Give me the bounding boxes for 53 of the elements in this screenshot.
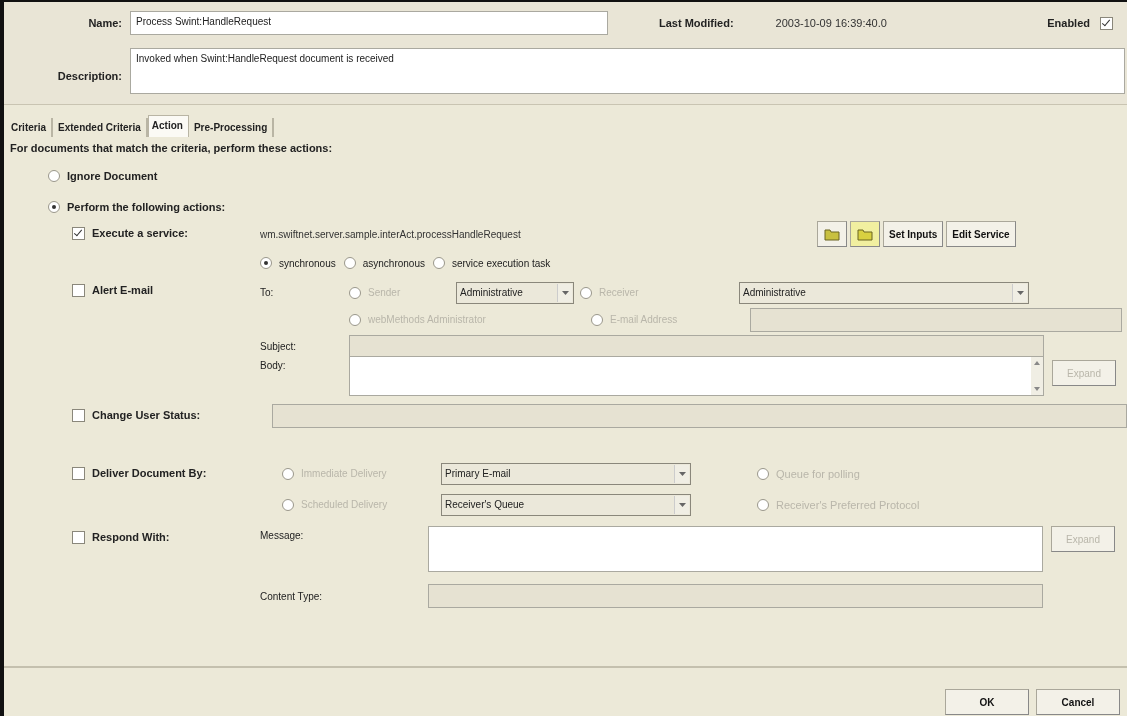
action-button[interactable]: Set Inputs — [883, 221, 944, 247]
action-button[interactable]: Edit Service — [946, 221, 1016, 247]
last-modified-label: Last Modified: — [659, 17, 734, 29]
tab[interactable]: Pre-Processing — [188, 117, 275, 137]
checkbox[interactable] — [72, 530, 85, 544]
folder-button[interactable] — [817, 221, 847, 247]
checkbox-label: Respond With: — [92, 531, 170, 543]
dialog-button[interactable]: OK — [945, 689, 1029, 715]
folder-icon — [824, 227, 840, 241]
radio-label: asynchronous — [362, 257, 425, 269]
tab[interactable]: Action — [147, 114, 189, 137]
email-address-field[interactable] — [750, 307, 1122, 332]
name-label: Name: — [87, 17, 123, 29]
radio-button[interactable] — [48, 169, 60, 182]
folder-button[interactable] — [850, 221, 880, 247]
user-status-field[interactable] — [272, 404, 1127, 428]
checkbox-label: Change User Status: — [92, 409, 201, 421]
message-label: Message: — [260, 529, 305, 541]
checkbox[interactable] — [72, 466, 85, 480]
content-type-field[interactable] — [428, 584, 1043, 608]
service-name: wm.swiftnet.server.sample.interAct.processHandleRequest — [260, 228, 522, 240]
enabled-checkbox[interactable] — [1100, 16, 1113, 30]
radio-label: Ignore Document — [67, 169, 158, 182]
subject-field[interactable] — [349, 334, 1044, 359]
folder-icon — [857, 227, 873, 241]
subject-label: Subject: — [260, 341, 298, 352]
tab[interactable]: Criteria — [6, 117, 53, 137]
body-label: Body: — [260, 360, 287, 371]
to-label: To: — [260, 287, 275, 298]
radio-button[interactable] — [432, 257, 445, 269]
instruction-text: For documents that match the criteria, perform these actions: — [10, 141, 334, 156]
body-field[interactable] — [349, 356, 1044, 396]
name-field[interactable]: Process Swint:HandleRequest — [130, 11, 608, 35]
radio-button[interactable] — [260, 257, 272, 269]
checkbox[interactable] — [72, 283, 85, 297]
message-field[interactable] — [428, 526, 1043, 572]
radio-label: service execution task — [451, 257, 551, 269]
checkbox[interactable] — [72, 226, 85, 240]
description-label: Description: — [56, 69, 123, 82]
radio-label: Perform the following actions: — [67, 200, 226, 213]
content-type-label: Content Type: — [260, 590, 324, 602]
last-modified-value: 2003-10-09 16:39:40.0 — [775, 17, 888, 29]
radio-button[interactable] — [48, 200, 60, 213]
checkbox-label: Alert E-mail — [92, 284, 154, 296]
radio-label: synchronous — [279, 257, 336, 269]
checkbox-label: Deliver Document By: — [92, 467, 207, 479]
checkbox[interactable] — [72, 408, 85, 422]
enabled-label: Enabled — [1047, 17, 1090, 29]
description-field[interactable]: Invoked when Swint:HandleRequest document is received — [130, 48, 1125, 94]
dialog-button[interactable]: Cancel — [1036, 689, 1120, 715]
radio-button[interactable] — [343, 257, 356, 269]
checkbox-label: Execute a service: — [92, 227, 188, 239]
scroll-arrows-icon — [1031, 357, 1043, 395]
